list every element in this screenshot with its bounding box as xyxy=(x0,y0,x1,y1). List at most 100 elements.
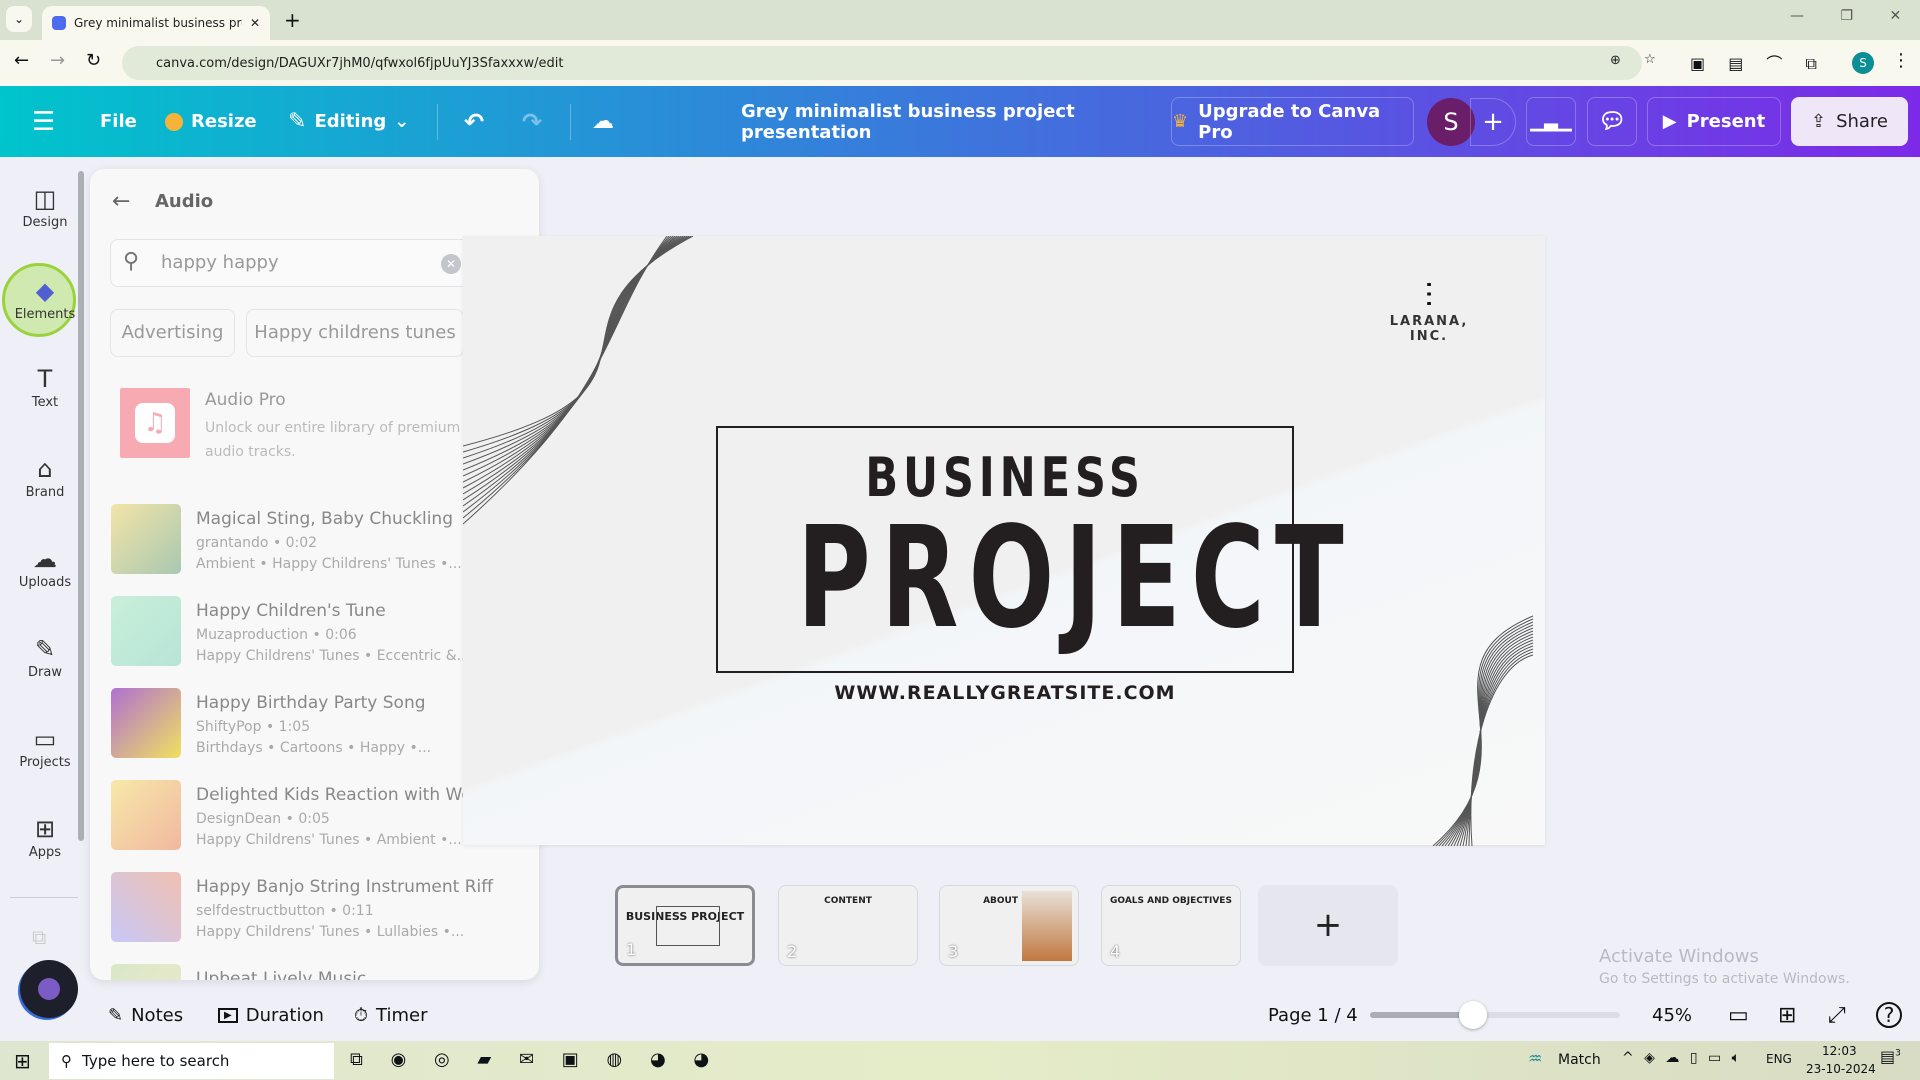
file-menu[interactable]: File xyxy=(100,86,137,157)
audio-track-item[interactable]: Happy Children's Tune Muzaproduction • 0… xyxy=(111,596,511,676)
search-icon: ⚲ xyxy=(123,249,140,274)
elements-icon: ◆ xyxy=(35,277,55,305)
rail-item-brand[interactable]: ⌂ Brand xyxy=(0,455,90,500)
page-thumbnail-3[interactable]: ABOUT US 3 xyxy=(939,885,1079,966)
grid-view-icon[interactable]: ⊞ xyxy=(1778,1000,1796,1030)
projects-icon: ▭ xyxy=(33,725,57,753)
audio-track-item[interactable]: Happy Birthday Party Song ShiftyPop • 1:… xyxy=(111,688,511,768)
forward-icon[interactable]: → xyxy=(50,50,65,71)
notes-button[interactable]: ✎ Notes xyxy=(108,1000,183,1030)
new-tab-button[interactable]: + xyxy=(284,8,301,32)
page-indicator[interactable]: Page 1 / 4 xyxy=(1268,1000,1358,1030)
audio-track-item[interactable]: Delighted Kids Reaction with Wow DesignD… xyxy=(111,780,511,860)
menu-kebab-icon[interactable]: ⋮ xyxy=(1892,50,1910,71)
track-artist-duration: DesignDean • 0:05 xyxy=(196,811,330,827)
undo-icon[interactable]: ↶ xyxy=(464,86,484,157)
magic-media-icon[interactable]: ⧉ xyxy=(32,925,46,949)
upgrade-pro-button[interactable]: ♛ Upgrade to Canva Pro xyxy=(1171,97,1414,146)
page-thumbnail-1[interactable]: BUSINESS PROJECT 1 xyxy=(615,885,755,966)
user-avatar[interactable]: S xyxy=(1427,98,1475,146)
url-field[interactable]: canva.com/design/DAGUXr7jhM0/qfwxol6fjpU… xyxy=(122,46,1656,80)
rail-scrollbar[interactable] xyxy=(78,171,84,841)
rail-item-elements[interactable]: ◆ Elements xyxy=(0,263,90,337)
rail-label: Brand xyxy=(25,485,65,500)
rail-item-design[interactable]: ◫ Design xyxy=(0,185,90,230)
tab-list-button[interactable]: ⌄ xyxy=(6,6,32,32)
website-text[interactable]: WWW.REALLYGREATSITE.COM xyxy=(716,682,1294,704)
windows-taskbar: ⊞ ⚲ Type here to search ⧉ ◉ ◎ ▰ ✉ ▣ ◍ ◕ ◕… xyxy=(0,1041,1920,1080)
chip-advertising[interactable]: Advertising xyxy=(110,309,235,357)
fullscreen-icon[interactable]: ⤢ xyxy=(1828,1000,1846,1030)
resize-button[interactable]: Resize xyxy=(165,86,257,157)
taskbar-search[interactable]: ⚲ Type here to search xyxy=(49,1043,334,1079)
notification-icon[interactable]: ▤3 xyxy=(1880,1047,1901,1066)
title-project[interactable]: PROJECT xyxy=(797,504,1344,654)
track-thumbnail xyxy=(111,596,181,666)
audio-track-item[interactable]: Happy Banjo String Instrument Riff selfd… xyxy=(111,872,511,952)
assistant-orb-button[interactable] xyxy=(20,960,78,1018)
page-view-icon[interactable]: ▭ xyxy=(1728,1000,1749,1030)
duration-button[interactable]: ▶ Duration xyxy=(218,1000,324,1030)
track-title: Happy Banjo String Instrument Riff xyxy=(196,877,493,897)
redo-icon[interactable]: ↷ xyxy=(522,86,542,157)
browser-tab[interactable]: Grey minimalist business projec ✕ xyxy=(42,6,270,40)
audio-pro-desc: Unlock our entire library of premium aud… xyxy=(205,420,461,460)
zoom-level[interactable]: 45% xyxy=(1652,1000,1692,1030)
page-thumbnail-2[interactable]: CONTENT 2 xyxy=(778,885,918,966)
track-title: Happy Children's Tune xyxy=(196,601,386,621)
zoom-slider[interactable] xyxy=(1370,1001,1620,1029)
back-icon[interactable]: ← xyxy=(14,50,29,71)
cloud-saved-icon[interactable]: ☁ xyxy=(592,86,614,157)
clock-date[interactable]: 23-10-2024 xyxy=(1806,1062,1876,1076)
editing-mode-dropdown[interactable]: ✎ Editing ⌄ xyxy=(288,86,409,157)
add-collaborator-button[interactable]: + xyxy=(1470,98,1516,146)
rail-label: Design xyxy=(22,215,68,230)
present-button[interactable]: ▶︎ Present xyxy=(1647,97,1781,146)
audio-pro-promo[interactable]: ♫ Audio Pro Unlock our entire library of… xyxy=(120,388,510,468)
audio-track-item[interactable]: Upbeat Lively Music xyxy=(111,964,511,980)
chip-happy-childrens-tunes[interactable]: Happy childrens tunes xyxy=(246,309,464,357)
weather-text[interactable]: Match xyxy=(1558,1052,1601,1068)
close-tab-icon[interactable]: ✕ xyxy=(250,16,260,30)
rail-item-draw[interactable]: ✎ Draw xyxy=(0,635,90,680)
document-title[interactable]: Grey minimalist business project present… xyxy=(741,86,1133,157)
back-arrow-icon[interactable]: ← xyxy=(112,189,130,214)
menu-hamburger-icon[interactable]: ☰ xyxy=(32,86,55,157)
audio-track-item[interactable]: Magical Sting, Baby Chuckling grantando … xyxy=(111,504,511,584)
insights-chart-icon[interactable]: ▁▃▁ xyxy=(1526,97,1576,146)
track-thumbnail xyxy=(111,688,181,758)
profile-avatar[interactable]: S xyxy=(1852,52,1874,74)
language-indicator[interactable]: ENG xyxy=(1766,1052,1792,1066)
share-button[interactable]: ⇪ Share xyxy=(1791,97,1908,146)
taskbar-app-icons[interactable]: ⧉ ◉ ◎ ▰ ✉ ▣ ◍ ◕ ◕ xyxy=(350,1049,709,1070)
weather-icon[interactable]: ♒ xyxy=(1528,1049,1542,1068)
extension-icons[interactable]: ▣ ▤ ⌒ ⧉ xyxy=(1690,50,1817,74)
window-controls: — ❐ ✕ xyxy=(1790,8,1902,24)
rail-item-uploads[interactable]: ☁ Uploads xyxy=(0,545,90,590)
zoom-icon[interactable]: ⊕ xyxy=(1610,53,1621,68)
bookmark-star-icon[interactable]: ☆ xyxy=(1644,52,1656,67)
slide-canvas[interactable]: ⵗ LARANA, INC. BUSINESS PROJECT WWW.REAL… xyxy=(463,236,1545,846)
clear-search-icon[interactable]: ✕ xyxy=(441,254,461,274)
rail-item-projects[interactable]: ▭ Projects xyxy=(0,725,90,770)
system-tray-icons[interactable]: ^ ◈ ☁ ▯ ▭ 🔈︎ xyxy=(1622,1050,1740,1066)
track-title: Magical Sting, Baby Chuckling xyxy=(196,509,454,529)
chevron-down-icon: ⌄ xyxy=(394,111,410,132)
reload-icon[interactable]: ↻ xyxy=(86,50,101,71)
rail-item-apps[interactable]: ⊞ Apps xyxy=(0,815,90,860)
rail-item-text[interactable]: T Text xyxy=(0,365,90,410)
add-page-button[interactable]: + xyxy=(1258,885,1398,966)
apps-icon: ⊞ xyxy=(34,815,56,843)
clock-time[interactable]: 12:03 xyxy=(1822,1044,1857,1058)
zoom-slider-handle[interactable] xyxy=(1458,1001,1487,1029)
help-icon[interactable]: ? xyxy=(1876,1000,1902,1030)
audio-search-input[interactable]: ⚲ happy happy ✕ ☰ xyxy=(110,239,519,287)
comment-icon[interactable]: 💬︎ xyxy=(1587,97,1637,146)
track-thumbnail xyxy=(111,504,181,574)
crown-icon: ♛ xyxy=(1172,111,1189,132)
windows-start-icon[interactable]: ⊞ xyxy=(14,1049,31,1073)
page-thumbnail-4[interactable]: GOALS AND OBJECTIVES 4 xyxy=(1101,885,1241,966)
timer-button[interactable]: ⏱ Timer xyxy=(354,1000,428,1030)
page-number: 2 xyxy=(787,942,798,961)
text-icon: T xyxy=(37,365,53,393)
